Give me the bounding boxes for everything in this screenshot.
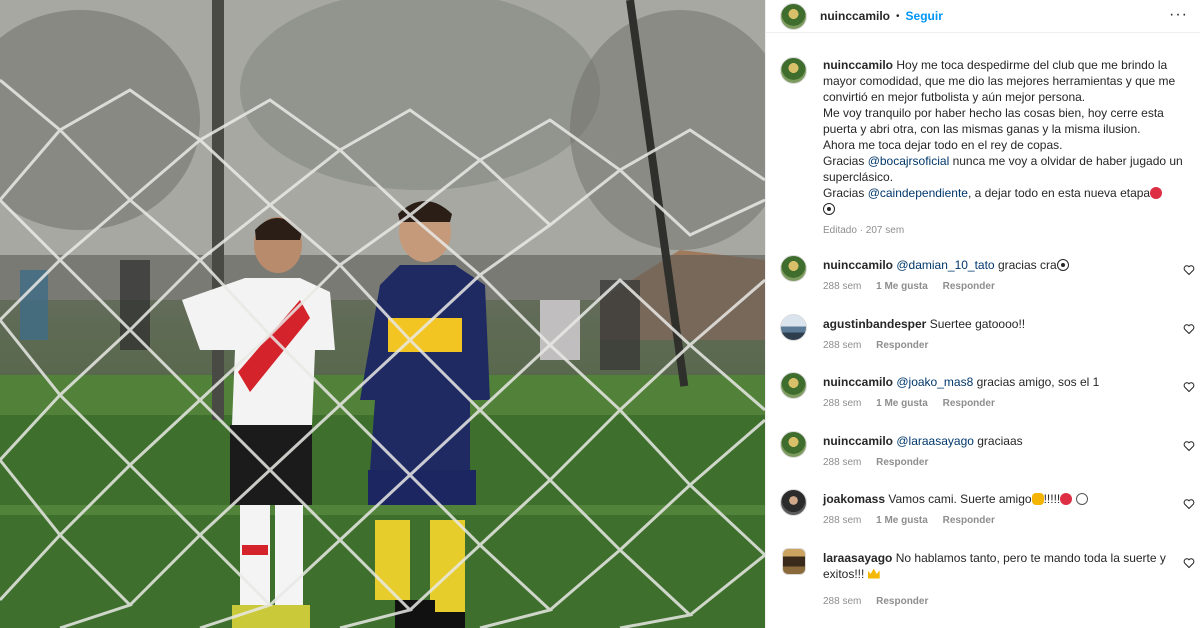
author-username[interactable]: nuinccamilo [820, 9, 890, 23]
comment-avatar[interactable] [780, 430, 807, 458]
comment-item: nuinccamilo @laraasayago graciaas 288 se… [780, 430, 1195, 490]
caption-line-4-pre: Gracias [823, 154, 868, 168]
caption-body: nuinccamilo Hoy me toca despedirme del c… [823, 57, 1186, 239]
heart-outline-icon[interactable] [1183, 381, 1195, 393]
post-caption: nuinccamilo Hoy me toca despedirme del c… [766, 33, 1200, 239]
caption-line-3: Ahora me toca dejar todo en el rey de co… [823, 138, 1063, 152]
caption-line-2: Me voy tranquilo por haber hecho las cos… [823, 106, 1164, 136]
red-circle-emoji-icon [1060, 493, 1073, 505]
soccer-ball-emoji-icon [823, 203, 835, 215]
heart-outline-icon[interactable] [1183, 498, 1195, 510]
comment-text: graciaas [973, 433, 1023, 448]
comment-avatar[interactable] [780, 372, 807, 399]
comment-time: 288 sem [823, 281, 862, 292]
heart-outline-icon[interactable] [1183, 323, 1195, 335]
reply-button[interactable]: Responder [943, 515, 995, 526]
separator-dot: • [896, 10, 900, 22]
reply-button[interactable]: Responder [876, 596, 928, 607]
comment-meta: 288 sem Responder [823, 594, 1173, 610]
comment-item: agustinbandesper Suertee gatoooo!! 288 s… [780, 313, 1195, 373]
post-photo[interactable] [0, 0, 765, 628]
comment-username[interactable]: nuinccamilo [823, 375, 893, 389]
caption-meta: Editado · 207 sem [823, 225, 905, 236]
comment-username[interactable]: nuinccamilo [823, 434, 893, 448]
comment-likes[interactable]: 1 Me gusta [876, 515, 928, 526]
comment-avatar[interactable] [780, 313, 807, 341]
ellipsis-icon[interactable]: ··· [1169, 6, 1188, 24]
comment-likes[interactable]: 1 Me gusta [876, 281, 928, 292]
comment-text: gracias amigo, sos el 1 [973, 375, 1100, 389]
mention-caindependiente[interactable]: @caindependiente [868, 186, 968, 200]
comment-body: nuinccamilo @laraasayago graciaas 288 se… [823, 431, 1173, 490]
comment-item: laraasayago No hablamos tanto, pero te m… [780, 547, 1195, 628]
comment-username[interactable]: nuinccamilo [823, 258, 893, 272]
author-avatar[interactable] [780, 2, 807, 30]
comment-meta: 288 sem 1 Me gusta Responder [823, 513, 1173, 529]
post-side-panel: nuinccamilo • Seguir ··· nuinccamilo Hoy… [765, 0, 1200, 628]
caption-avatar[interactable] [780, 57, 807, 84]
comment-text: gracias cra [994, 258, 1057, 272]
comment-text: Suertee gatoooo!! [929, 316, 1026, 331]
comment-body: nuinccamilo @joako_mas8 gracias amigo, s… [823, 372, 1173, 431]
heart-outline-icon[interactable] [1183, 557, 1195, 569]
comment-avatar[interactable] [780, 489, 807, 516]
comment-item: nuinccamilo @joako_mas8 gracias amigo, s… [780, 372, 1195, 431]
comment-body: nuinccamilo @damian_10_tato gracias cra … [823, 255, 1173, 314]
white-circle-emoji-icon [1075, 493, 1088, 505]
comment-avatar[interactable] [780, 255, 807, 282]
reply-button[interactable]: Responder [943, 281, 995, 292]
mention-bocajrsoficial[interactable]: @bocajrsoficial [868, 154, 950, 168]
comment-meta: 288 sem Responder [823, 455, 1173, 471]
comment-time: 288 sem [823, 595, 862, 607]
comment-item: nuinccamilo @damian_10_tato gracias cra … [780, 255, 1195, 314]
comment-username[interactable]: joakomass [823, 492, 885, 506]
comment-meta: 288 sem 1 Me gusta Responder [823, 279, 1173, 295]
comment-body: laraasayago No hablamos tanto, pero te m… [823, 548, 1173, 628]
clapping-hands-emoji-icon [1031, 493, 1044, 505]
comment-text: Vamos cami. Suerte amigo [888, 492, 1032, 506]
comment-time: 288 sem [823, 515, 862, 526]
comment-mention[interactable]: @damian_10_tato [896, 258, 994, 272]
crown-emoji-icon [867, 568, 880, 579]
comment-likes[interactable]: 1 Me gusta [876, 398, 928, 409]
follow-button[interactable]: Seguir [906, 9, 943, 23]
reply-button[interactable]: Responder [876, 457, 928, 468]
comment-meta: 288 sem Responder [823, 338, 1173, 354]
comment-mention[interactable]: @joako_mas8 [896, 375, 973, 389]
comment-body: joakomass Vamos cami. Suerte amigo!!!!! … [823, 489, 1173, 548]
heart-outline-icon[interactable] [1183, 440, 1195, 452]
comment-time: 288 sem [823, 398, 862, 409]
comment-username[interactable]: agustinbandesper [823, 317, 926, 331]
comment-mention[interactable]: @laraasayago [896, 434, 974, 448]
comment-avatar[interactable] [782, 547, 806, 575]
comment-item: joakomass Vamos cami. Suerte amigo!!!!! … [780, 489, 1195, 548]
caption-line-5-pre: Gracias [823, 186, 868, 200]
reply-button[interactable]: Responder [876, 340, 928, 351]
comment-meta: 288 sem 1 Me gusta Responder [823, 396, 1173, 412]
comment-time: 288 sem [823, 339, 862, 351]
heart-outline-icon[interactable] [1183, 264, 1195, 276]
photo-illustration [0, 0, 765, 628]
comment-username[interactable]: laraasayago [823, 551, 892, 565]
comment-text-after: !!!!! [1043, 492, 1061, 506]
comment-time: 288 sem [823, 456, 862, 468]
caption-line-5-post: , a dejar todo en esta nueva etapa [967, 186, 1151, 200]
comment-body: agustinbandesper Suertee gatoooo!! 288 s… [823, 314, 1173, 373]
reply-button[interactable]: Responder [943, 398, 995, 409]
soccer-ball-emoji-icon [1056, 259, 1069, 271]
comments-list: nuinccamilo @damian_10_tato gracias cra … [780, 255, 1195, 628]
instagram-post: nuinccamilo • Seguir ··· nuinccamilo Hoy… [0, 0, 1200, 628]
red-circle-emoji-icon [1150, 187, 1163, 199]
caption-username[interactable]: nuinccamilo [823, 58, 893, 72]
post-header: nuinccamilo • Seguir ··· [766, 0, 1200, 33]
